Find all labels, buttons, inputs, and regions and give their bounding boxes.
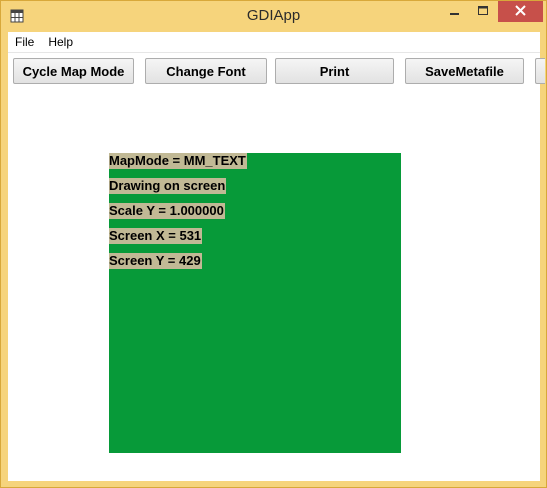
overflow-button[interactable] (535, 58, 545, 84)
change-font-button[interactable]: Change Font (145, 58, 267, 84)
menu-file[interactable]: File (8, 32, 41, 52)
cycle-map-mode-button[interactable]: Cycle Map Mode (13, 58, 134, 84)
screen-y-text: Screen Y = 429 (109, 253, 202, 269)
drawing-surface: MapMode = MM_TEXT Drawing on screen Scal… (109, 153, 401, 453)
screen-x-text: Screen X = 531 (109, 228, 203, 244)
minimize-button[interactable] (441, 1, 469, 22)
map-mode-text: MapMode = MM_TEXT (109, 153, 247, 169)
minimize-icon (450, 3, 460, 21)
maximize-icon (477, 3, 489, 21)
close-button[interactable] (498, 1, 543, 22)
save-metafile-button[interactable]: SaveMetafile (405, 58, 524, 84)
client-area: Cycle Map Mode Change Font Print SaveMet… (8, 52, 545, 481)
print-button[interactable]: Print (275, 58, 394, 84)
scale-y-text: Scale Y = 1.000000 (109, 203, 225, 219)
close-icon (515, 3, 526, 21)
app-window: GDIApp File Help Cycle Map Mode Change F… (0, 0, 547, 488)
menu-bar: File Help (8, 32, 540, 52)
drawing-target-text: Drawing on screen (109, 178, 227, 194)
maximize-button[interactable] (469, 1, 497, 22)
title-bar[interactable]: GDIApp (1, 1, 546, 32)
menu-help[interactable]: Help (41, 32, 80, 52)
